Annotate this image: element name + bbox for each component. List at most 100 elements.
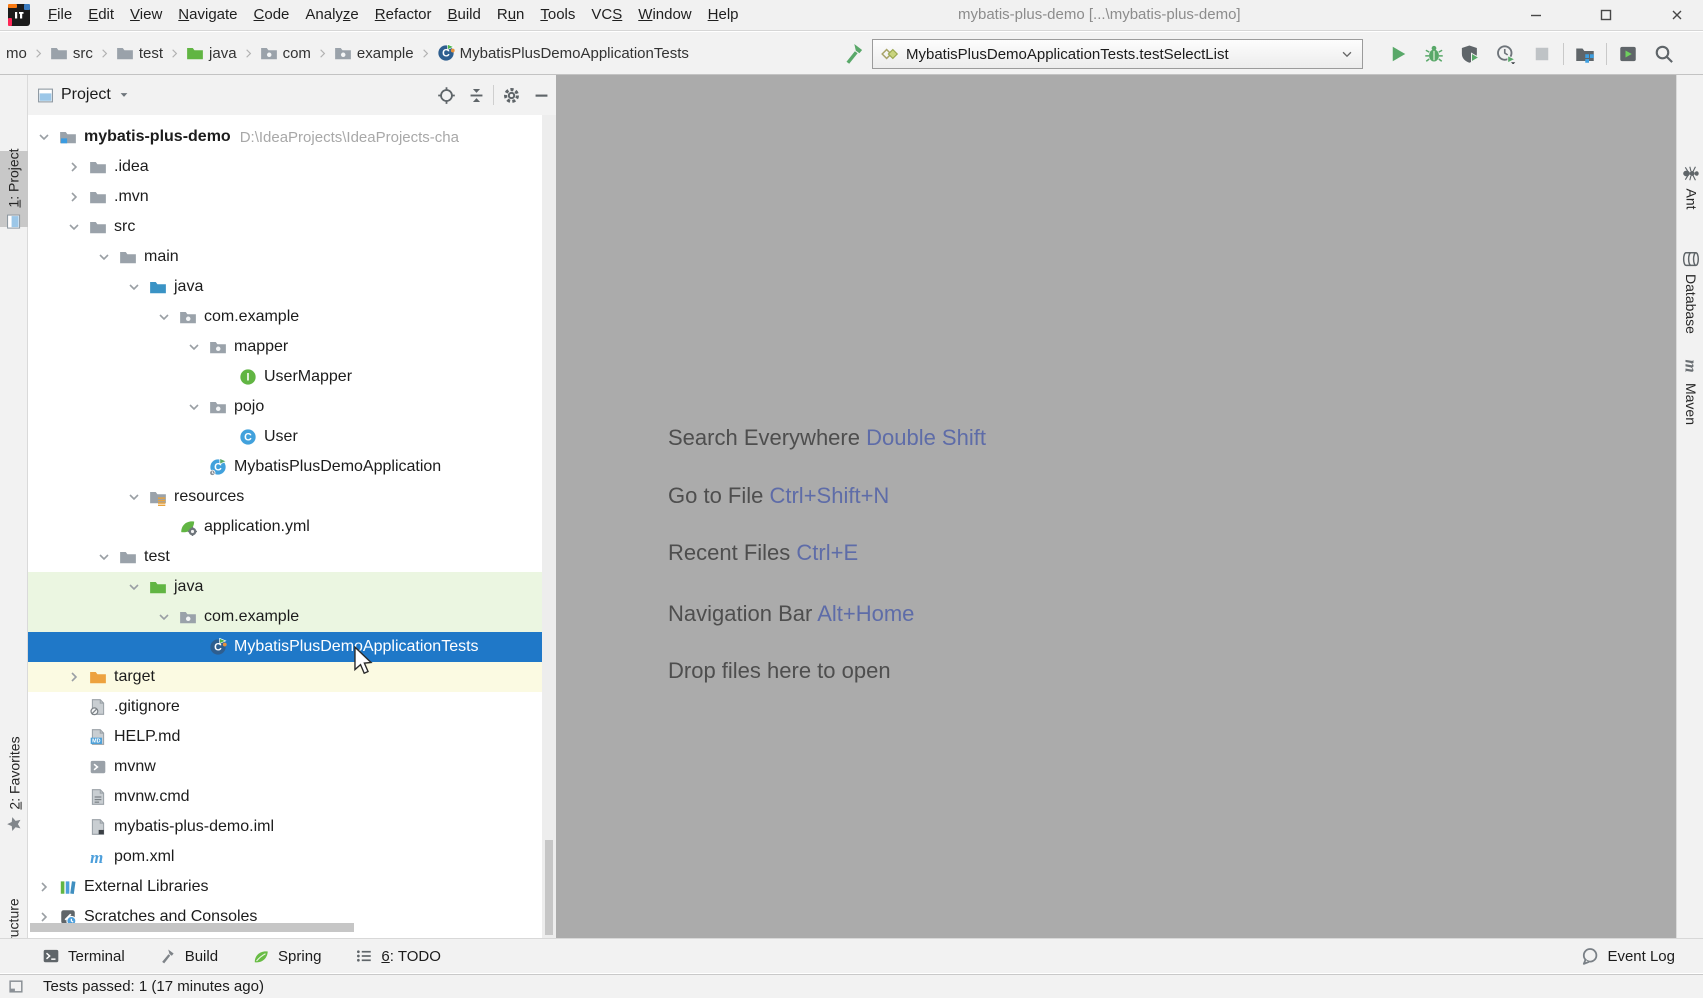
menu-help[interactable]: Help <box>700 0 747 30</box>
tool-window-button-6-todo[interactable]: 6: TODO <box>355 947 440 965</box>
vertical-scrollbar-track[interactable] <box>542 115 556 938</box>
breadcrumb-item[interactable]: mo <box>4 43 29 64</box>
menu-refactor[interactable]: Refactor <box>367 0 440 30</box>
tree-row[interactable]: mybatis-plus-demo.iml <box>28 812 556 842</box>
tree-row[interactable]: mpom.xml <box>28 842 556 872</box>
tree-row[interactable]: src <box>28 212 556 242</box>
breadcrumb-item[interactable]: CMybatisPlusDemoApplicationTests <box>435 42 691 64</box>
breadcrumb-item[interactable]: src <box>48 42 95 64</box>
chevron-collapsed-icon[interactable] <box>33 878 55 896</box>
project-structure-button[interactable] <box>1567 39 1603 69</box>
hide-panel-icon[interactable] <box>526 81 556 109</box>
menu-analyze[interactable]: Analyze <box>297 0 366 30</box>
gear-icon[interactable] <box>496 81 526 109</box>
tree-row[interactable]: CMybatisPlusDemoApplication <box>28 452 556 482</box>
chevron-expanded-icon[interactable] <box>153 308 175 326</box>
menu-file[interactable]: File <box>40 0 80 30</box>
stripe-tab-database[interactable]: Database <box>1677 235 1703 349</box>
svg-text:I: I <box>247 372 250 384</box>
chevron-expanded-icon[interactable] <box>63 218 85 236</box>
tree-row[interactable]: resources <box>28 482 556 512</box>
search-everywhere-button[interactable] <box>1646 39 1682 69</box>
tree-row[interactable]: mybatis-plus-demoD:\IdeaProjects\IdeaPro… <box>28 122 556 152</box>
tree-row[interactable]: .idea <box>28 152 556 182</box>
tree-row[interactable]: CMybatisPlusDemoApplicationTests <box>28 632 556 662</box>
tree-row[interactable]: com.example <box>28 602 556 632</box>
menu-window[interactable]: Window <box>630 0 699 30</box>
stripe-tab-ant[interactable]: Ant <box>1677 155 1703 219</box>
ant-icon <box>1682 164 1700 182</box>
stripe-tab-2-favorites[interactable]: 2: Favorites <box>0 705 28 863</box>
tree-row[interactable]: java <box>28 572 556 602</box>
tree-row[interactable]: mvnw <box>28 752 556 782</box>
chevron-expanded-icon[interactable] <box>33 128 55 146</box>
tree-row[interactable]: mapper <box>28 332 556 362</box>
run-configuration-select[interactable]: MybatisPlusDemoApplicationTests.testSele… <box>872 39 1363 69</box>
gitignore-icon <box>89 698 107 716</box>
tree-row[interactable]: .mvn <box>28 182 556 212</box>
chevron-expanded-icon[interactable] <box>93 248 115 266</box>
tool-window-button-build[interactable]: Build <box>159 947 218 965</box>
stop-button <box>1524 39 1560 69</box>
chevron-collapsed-icon[interactable] <box>63 668 85 686</box>
tree-row[interactable]: CUser <box>28 422 556 452</box>
chevron-expanded-icon[interactable] <box>123 578 145 596</box>
chevron-down-icon[interactable] <box>118 89 130 101</box>
run-anything-button[interactable] <box>1610 39 1646 69</box>
tool-window-button-spring[interactable]: Spring <box>252 947 321 965</box>
project-panel-header: Project <box>28 75 556 115</box>
menu-code[interactable]: Code <box>246 0 298 30</box>
menu-navigate[interactable]: Navigate <box>170 0 245 30</box>
debug-button[interactable] <box>1416 39 1452 69</box>
menu-build[interactable]: Build <box>439 0 488 30</box>
breadcrumb-item[interactable]: test <box>114 42 165 64</box>
chevron-collapsed-icon[interactable] <box>63 188 85 206</box>
profiler-button[interactable] <box>1488 39 1524 69</box>
close-button[interactable] <box>1657 0 1697 30</box>
toggle-tool-windows-icon[interactable] <box>8 978 25 995</box>
panel-title[interactable]: Project <box>61 86 111 104</box>
menu-vcs[interactable]: VCS <box>583 0 630 30</box>
stripe-tab-maven[interactable]: mMaven <box>1677 343 1703 441</box>
breadcrumb-item[interactable]: com <box>258 42 313 64</box>
tree-row[interactable]: test <box>28 542 556 572</box>
minimize-button[interactable] <box>1516 0 1556 30</box>
tool-window-button-terminal[interactable]: Terminal <box>42 947 125 965</box>
tree-row[interactable]: pojo <box>28 392 556 422</box>
chevron-expanded-icon[interactable] <box>183 338 205 356</box>
stripe-tab-1-project[interactable]: 1: Project <box>0 151 28 227</box>
tree-row[interactable]: java <box>28 272 556 302</box>
menu-view[interactable]: View <box>122 0 170 30</box>
run-button[interactable] <box>1380 39 1416 69</box>
tree-row[interactable]: .gitignore <box>28 692 556 722</box>
breadcrumb-item[interactable]: example <box>332 42 416 64</box>
build-project-icon[interactable] <box>842 41 866 65</box>
event-log-button[interactable]: Event Log <box>1580 939 1675 974</box>
chevron-expanded-icon[interactable] <box>93 548 115 566</box>
tree-row[interactable]: IUserMapper <box>28 362 556 392</box>
tree-row[interactable]: application.yml <box>28 512 556 542</box>
maximize-button[interactable] <box>1586 0 1626 30</box>
tree-row[interactable]: mvnw.cmd <box>28 782 556 812</box>
tool-window-icon <box>37 87 54 104</box>
chevron-expanded-icon[interactable] <box>183 398 205 416</box>
locate-file-icon[interactable] <box>431 81 461 109</box>
chevron-expanded-icon[interactable] <box>123 488 145 506</box>
tree-row[interactable]: target <box>28 662 556 692</box>
vertical-scrollbar[interactable] <box>545 840 553 935</box>
editor-hint: Go to File Ctrl+Shift+N <box>668 483 889 509</box>
collapse-all-icon[interactable] <box>461 81 491 109</box>
menu-edit[interactable]: Edit <box>80 0 122 30</box>
run-with-coverage-button[interactable] <box>1452 39 1488 69</box>
tree-row[interactable]: MDHELP.md <box>28 722 556 752</box>
chevron-collapsed-icon[interactable] <box>63 158 85 176</box>
tree-row[interactable]: External Libraries <box>28 872 556 902</box>
horizontal-scrollbar[interactable] <box>30 923 354 932</box>
breadcrumb-item[interactable]: java <box>184 42 239 64</box>
tree-row[interactable]: main <box>28 242 556 272</box>
chevron-expanded-icon[interactable] <box>123 278 145 296</box>
menu-run[interactable]: Run <box>489 0 533 30</box>
chevron-expanded-icon[interactable] <box>153 608 175 626</box>
tree-row[interactable]: com.example <box>28 302 556 332</box>
menu-tools[interactable]: Tools <box>532 0 583 30</box>
